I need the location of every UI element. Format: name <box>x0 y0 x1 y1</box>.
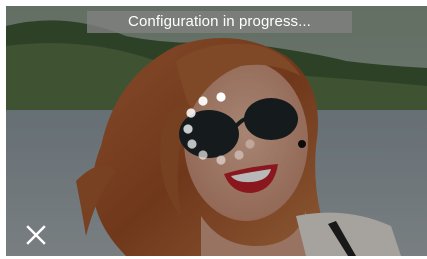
camera-preview-window: Configuration in progress... <box>0 0 427 259</box>
close-icon[interactable] <box>24 223 48 247</box>
loading-spinner-icon <box>183 92 255 165</box>
status-message: Configuration in progress... <box>128 13 311 30</box>
status-banner: Configuration in progress... <box>87 11 352 33</box>
